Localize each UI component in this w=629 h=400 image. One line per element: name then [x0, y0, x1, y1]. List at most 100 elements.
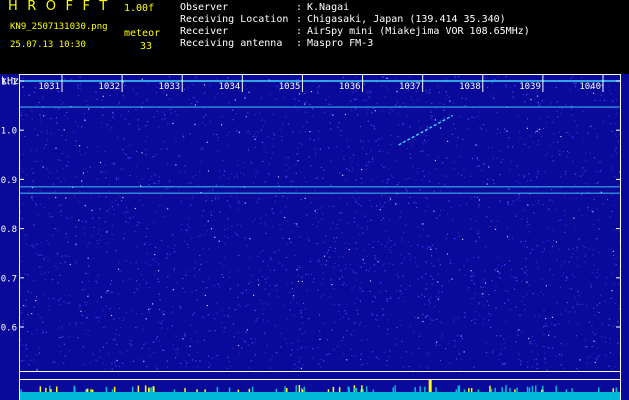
noise-speck	[513, 276, 515, 278]
noise-speck	[228, 360, 230, 362]
noise-speck	[106, 210, 108, 212]
noise-speck	[147, 98, 149, 100]
noise-speck	[304, 92, 306, 94]
noise-speck	[495, 225, 497, 227]
noise-speck	[505, 84, 507, 86]
noise-speck	[441, 285, 443, 287]
noise-speck	[293, 368, 295, 370]
noise-speck	[584, 255, 586, 257]
noise-speck	[439, 311, 441, 313]
noise-speck	[238, 254, 240, 257]
noise-speck	[276, 284, 278, 286]
noise-speck	[77, 87, 79, 89]
noise-speck	[543, 346, 545, 348]
noise-speck	[497, 220, 499, 222]
noise-speck	[410, 255, 412, 257]
noise-speck	[109, 129, 111, 131]
noise-speck	[305, 101, 307, 103]
noise-speck	[357, 313, 359, 315]
noise-speck	[598, 228, 600, 230]
noise-speck	[287, 220, 289, 222]
noise-speck	[428, 299, 430, 301]
noise-speck	[448, 342, 450, 344]
noise-speck	[156, 336, 158, 338]
baseline-spike	[360, 389, 363, 392]
noise-speck	[434, 306, 436, 308]
noise-speck	[507, 290, 509, 292]
noise-speck	[159, 299, 161, 301]
noise-speck	[57, 129, 59, 131]
noise-speck	[239, 305, 241, 307]
noise-speck	[54, 265, 56, 267]
noise-speck	[339, 212, 341, 214]
noise-speck	[482, 286, 484, 288]
noise-speck	[490, 220, 492, 222]
noise-speck	[119, 307, 121, 310]
noise-speck	[212, 357, 214, 359]
noise-speck	[209, 85, 211, 87]
noise-speck	[578, 295, 580, 297]
noise-speck	[536, 95, 539, 97]
noise-speck	[75, 322, 77, 324]
noise-speck	[555, 355, 557, 358]
noise-speck	[161, 349, 164, 351]
noise-speck	[33, 359, 35, 361]
noise-speck	[475, 311, 477, 313]
noise-speck	[509, 260, 511, 262]
noise-speck	[408, 253, 410, 255]
noise-speck	[559, 175, 561, 178]
noise-speck	[572, 161, 574, 163]
noise-speck	[254, 338, 256, 340]
noise-speck	[309, 131, 311, 133]
noise-speck	[284, 97, 286, 99]
noise-speck	[136, 288, 138, 290]
noise-speck	[609, 338, 611, 340]
noise-speck	[95, 359, 97, 361]
noise-speck	[371, 314, 373, 316]
noise-speck	[470, 218, 472, 220]
noise-speck	[167, 208, 169, 210]
noise-speck	[284, 216, 286, 219]
noise-speck	[396, 326, 398, 329]
noise-speck	[591, 125, 593, 127]
noise-speck	[338, 304, 340, 306]
noise-speck	[246, 329, 248, 331]
meteor-count: 33	[140, 41, 153, 52]
noise-speck	[389, 249, 391, 251]
noise-speck	[217, 139, 219, 141]
noise-speck	[167, 327, 169, 330]
noise-speck	[145, 262, 147, 264]
noise-speck	[129, 278, 131, 280]
noise-speck	[28, 190, 30, 192]
x-tick-label: 1035	[279, 82, 301, 92]
noise-speck	[259, 299, 261, 301]
noise-speck	[498, 358, 500, 360]
noise-speck	[425, 273, 427, 275]
noise-speck	[565, 104, 567, 106]
noise-speck	[318, 363, 320, 365]
noise-speck	[474, 240, 476, 242]
noise-speck	[285, 269, 287, 271]
noise-speck	[338, 122, 340, 124]
noise-speck	[37, 134, 39, 136]
noise-speck	[428, 234, 430, 237]
noise-speck	[262, 250, 264, 252]
noise-speck	[160, 322, 162, 324]
noise-speck	[155, 365, 157, 367]
noise-speck	[84, 118, 86, 120]
noise-speck	[477, 143, 479, 145]
noise-speck	[122, 320, 124, 322]
noise-speck	[231, 225, 233, 227]
noise-speck	[470, 228, 472, 230]
noise-speck	[535, 358, 537, 360]
noise-speck	[25, 305, 27, 307]
noise-speck	[419, 189, 421, 191]
noise-speck	[374, 270, 376, 273]
noise-speck	[390, 108, 392, 110]
noise-speck	[559, 154, 561, 156]
noise-speck	[297, 78, 299, 80]
noise-speck	[372, 246, 374, 248]
noise-speck	[558, 353, 560, 356]
noise-speck	[74, 144, 76, 147]
noise-speck	[497, 255, 499, 257]
